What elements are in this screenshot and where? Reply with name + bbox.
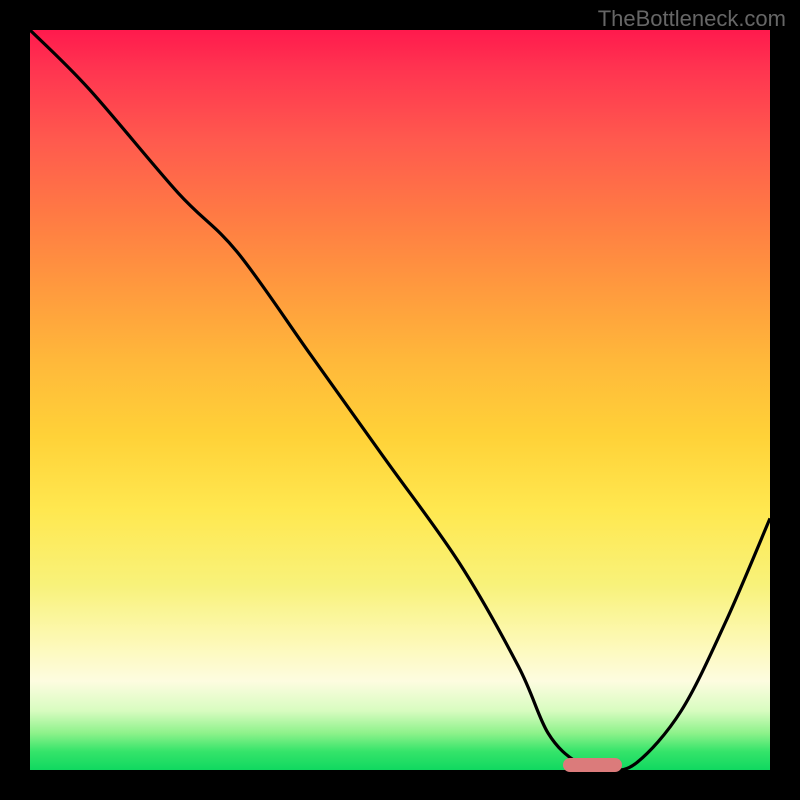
bottleneck-curve <box>30 30 770 770</box>
chart-plot-area <box>30 30 770 770</box>
optimum-marker <box>563 758 622 772</box>
curve-path <box>30 30 770 770</box>
watermark-text: TheBottleneck.com <box>598 6 786 32</box>
